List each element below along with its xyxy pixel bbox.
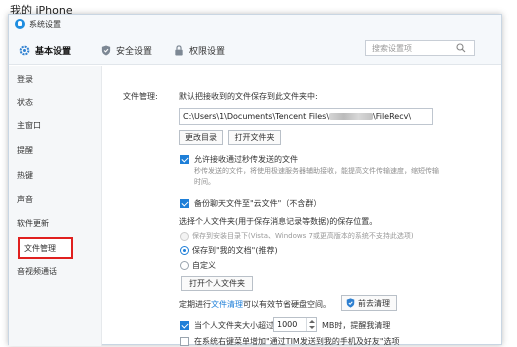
backup-cloud-checkbox[interactable] (180, 199, 189, 208)
settings-dialog: 系统设置 基本设置 安全设置 权限设置 搜索设置项 登录 状态 主窗口 提醒 热… (8, 14, 503, 346)
allow-fast-transfer-checkbox[interactable] (180, 155, 189, 164)
dialog-title: 系统设置 (29, 20, 61, 29)
size-limit-suffix: MB时，提醒我清理 (322, 321, 391, 330)
tab-basic-settings[interactable]: 基本设置 (19, 43, 71, 57)
tab-label: 基本设置 (35, 46, 72, 57)
file-management-panel: 文件管理: 默认把接收到的文件保存到此文件夹中: C:\Users\1\Docu… (103, 66, 503, 346)
sidebar-item-file-management[interactable]: 文件管理 (18, 237, 73, 259)
gear-icon (19, 45, 30, 55)
settings-sidebar: 登录 状态 主窗口 提醒 热键 声音 软件更新 文件管理 音视频通话 (9, 66, 102, 346)
size-limit-checkbox[interactable] (180, 321, 189, 330)
allow-fast-transfer-label: 允许接收通过秒传发送的文件 (194, 155, 298, 164)
lock-icon (175, 44, 183, 56)
tab-security-settings[interactable]: 安全设置 (101, 43, 152, 57)
sidebar-item-status[interactable]: 状态 (17, 96, 33, 110)
save-path-prefix: C:\Users\1\Documents\Tencent Files\ (183, 112, 330, 121)
sidebar-item-login[interactable]: 登录 (17, 73, 33, 87)
radio-my-documents[interactable] (180, 246, 189, 255)
tab-label: 安全设置 (116, 46, 153, 57)
search-icon[interactable] (456, 43, 466, 53)
cleanup-text-suffix: 可以有效节省硬盘空间。 (243, 300, 331, 309)
sidebar-item-reminder[interactable]: 提醒 (17, 144, 33, 158)
stepper-arrows[interactable] (306, 318, 316, 331)
radio-my-documents-label: 保存到"我的文档"(推荐) (192, 246, 278, 255)
open-folder-button[interactable]: 打开文件夹 (228, 130, 281, 145)
shield-clean-icon (346, 298, 355, 308)
stepper-up-icon[interactable] (309, 320, 315, 323)
size-limit-input[interactable] (274, 318, 306, 331)
tab-label: 权限设置 (189, 46, 226, 57)
backup-cloud-label: 备份聊天文件至"云文件"（不含群） (194, 199, 322, 208)
stepper-down-icon[interactable] (309, 326, 315, 329)
dialog-titlebar[interactable]: 系统设置 (9, 15, 501, 33)
go-cleanup-label: 前去清理 (358, 298, 390, 308)
tim-app-icon (15, 19, 25, 29)
share-to-phone-label: 在系统右键菜单增加"通过TIM发送到我的手机及好友"选项 (194, 337, 400, 346)
section-label: 文件管理: (123, 92, 158, 101)
sidebar-item-software-update[interactable]: 软件更新 (17, 217, 49, 231)
personal-folder-text: 选择个人文件夹(用于保存消息记录等数据)的保存位置。 (179, 217, 378, 226)
radio-custom-label: 自定义 (192, 261, 216, 270)
fast-transfer-hint: 秒传发送的文件，将使用极速服务器辅助接收，能提高文件传输速度，缩短传输时间。 (194, 167, 439, 186)
file-cleanup-link[interactable]: 文件清理 (211, 300, 243, 309)
size-limit-prefix: 当个人文件夹大小超过 (194, 321, 274, 330)
sidebar-item-main-window[interactable]: 主窗口 (17, 119, 41, 133)
sidebar-item-av-calls[interactable]: 音视频通话 (17, 265, 57, 279)
open-personal-folder-button[interactable]: 打开个人文件夹 (181, 276, 253, 291)
default-save-text: 默认把接收到的文件保存到此文件夹中: (179, 92, 318, 101)
save-path-suffix: \FileRecv\ (373, 112, 412, 121)
cleanup-text: 定期进行文件清理可以有效节省硬盘空间。 (179, 299, 331, 310)
sidebar-item-hotkeys[interactable]: 热键 (17, 169, 33, 183)
cleanup-text-prefix: 定期进行 (179, 300, 211, 309)
sidebar-item-sound[interactable]: 声音 (17, 193, 33, 207)
size-limit-stepper[interactable] (273, 317, 317, 332)
change-directory-button[interactable]: 更改目录 (179, 130, 223, 145)
radio-custom[interactable] (180, 261, 189, 270)
radio-install-dir-label: 保存到安装目录下(Vista、Windows 7或更高版本的系统不支持此选项) (192, 232, 414, 240)
tab-permission-settings[interactable]: 权限设置 (174, 43, 225, 57)
radio-install-dir[interactable] (180, 232, 189, 241)
go-cleanup-button[interactable]: 前去清理 (341, 295, 397, 311)
shield-icon (101, 44, 111, 56)
redacted-account (329, 113, 374, 120)
save-path-field[interactable]: C:\Users\1\Documents\Tencent Files\ \File… (179, 108, 433, 125)
